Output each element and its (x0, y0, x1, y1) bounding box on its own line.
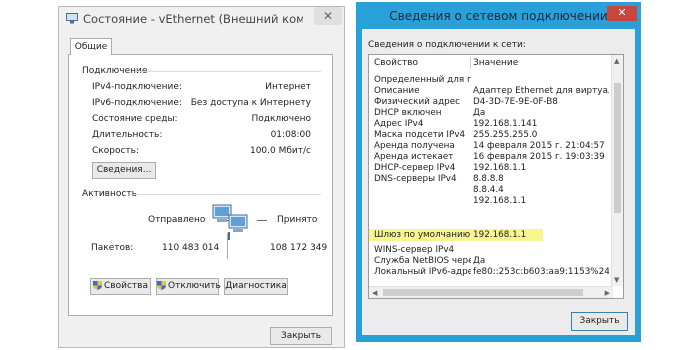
column-separator[interactable] (470, 57, 471, 69)
general-tab-panel: Подключение IPv4-подключение: Интернет I… (68, 54, 333, 316)
horizontal-scrollbar[interactable]: ◀ ▶ (369, 286, 613, 298)
ipv6-value: Без доступа к Интернету (190, 98, 311, 108)
media-state-label: Состояние среды: (92, 114, 178, 124)
list-item[interactable]: Адрес IPv4 192.168.1.141 (369, 119, 609, 130)
disable-button[interactable]: Отключить (156, 278, 221, 295)
group-divider (129, 194, 321, 195)
scroll-left-icon[interactable]: ◀ (372, 289, 377, 297)
received-dash (257, 220, 267, 221)
right-close-icon[interactable]: ✕ (607, 6, 637, 21)
shield-icon (157, 281, 166, 290)
details-prompt: Сведения о подключении к сети: (368, 40, 526, 50)
sent-label: Отправлено (148, 215, 206, 225)
list-item-gateway[interactable]: Шлюз по умолчанию IP...192.168.1.1 (369, 230, 609, 241)
right-close-button[interactable]: Закрыть (571, 312, 628, 331)
duration-label: Длительность: (92, 130, 163, 140)
right-window-title: Сведения о сетевом подключении (389, 9, 608, 23)
received-label: Принято (277, 215, 318, 225)
ipv4-label: IPv4-подключение: (92, 82, 182, 92)
network-computers-icon (212, 204, 248, 240)
column-header-value[interactable]: Значение (473, 55, 518, 71)
list-item[interactable]: Локальный IPv6-адрес...fe80::253c:b603:a… (369, 267, 609, 278)
packets-sent-value: 110 483 014 (162, 243, 220, 253)
list-item[interactable]: DHCP-сервер IPv4 192.168.1.1 (369, 163, 609, 174)
horizontal-scroll-thumb[interactable] (383, 289, 583, 296)
scroll-down-icon[interactable]: ▼ (614, 276, 619, 284)
tab-general[interactable]: Общие (70, 38, 112, 55)
ipv6-label: IPv6-подключение: (92, 98, 182, 108)
list-item[interactable]: WINS-сервер IPv4 (369, 245, 609, 256)
list-item[interactable]: Аренда получена 14 февраля 2015 г. 21:04:… (369, 141, 609, 152)
duration-value: 01:08:00 (270, 130, 311, 140)
network-app-icon (66, 13, 78, 24)
list-item[interactable]: Физический адрес D4-3D-7E-9E-0F-B8 (369, 97, 609, 108)
left-titlebar: Состояние - vEthernet (Внешний коммутат.… (59, 7, 344, 31)
packets-received-value: 108 172 349 (270, 243, 328, 253)
list-item[interactable]: Определенный для по... (369, 75, 609, 86)
details-button[interactable]: Сведения... (92, 162, 156, 179)
speed-value: 100.0 Мбит/с (249, 146, 311, 156)
scroll-right-icon[interactable]: ▶ (605, 289, 610, 297)
list-item[interactable]: Маска подсети IPv4 255.255.255.0 (369, 130, 609, 141)
details-client-area: Сведения о подключении к сети: Свойство … (362, 29, 635, 335)
ipv4-value: Интернет (265, 82, 311, 92)
group-divider (135, 71, 321, 72)
media-state-value: Подключено (251, 114, 311, 124)
list-item[interactable]: Аренда истекает 16 февраля 2015 г. 19:03:… (369, 152, 609, 163)
list-item[interactable]: DNS-серверы IPv4 8.8.8.8 (369, 174, 609, 185)
network-details-window: Сведения о сетевом подключении ✕ Сведени… (356, 2, 641, 342)
list-item[interactable]: 192.168.1.1 (369, 196, 609, 207)
column-header-property[interactable]: Свойство (374, 55, 418, 71)
packets-label: Пакетов: (91, 243, 134, 253)
properties-label: Свойства (104, 281, 148, 291)
list-item[interactable]: ОписаниеАдаптер Ethernet для виртуальной… (369, 86, 609, 97)
shield-icon (93, 281, 103, 290)
list-item[interactable]: DHCP включен Да (369, 108, 609, 119)
properties-button[interactable]: Свойства (90, 278, 151, 295)
details-list[interactable]: Свойство Значение Определенный для по...… (368, 54, 624, 299)
vertical-scrollbar[interactable]: ▲ ▼ (611, 55, 623, 286)
activity-divider (227, 233, 228, 259)
left-window-title: Состояние - vEthernet (Внешний коммутат.… (83, 12, 303, 26)
left-close-button[interactable]: Закрыть (270, 327, 332, 345)
diagnose-button[interactable]: Диагностика (224, 278, 288, 295)
scroll-up-icon[interactable]: ▲ (614, 57, 619, 65)
connection-status-window: Состояние - vEthernet (Внешний коммутат.… (58, 6, 345, 348)
disable-label: Отключить (168, 281, 221, 291)
left-close-icon[interactable]: ✕ (314, 7, 342, 25)
list-item[interactable]: 8.8.4.4 (369, 185, 609, 196)
speed-label: Скорость: (92, 146, 139, 156)
list-item[interactable]: Служба NetBIOS черезе...Да (369, 256, 609, 267)
vertical-scroll-thumb[interactable] (614, 83, 621, 213)
list-item[interactable] (369, 207, 609, 218)
